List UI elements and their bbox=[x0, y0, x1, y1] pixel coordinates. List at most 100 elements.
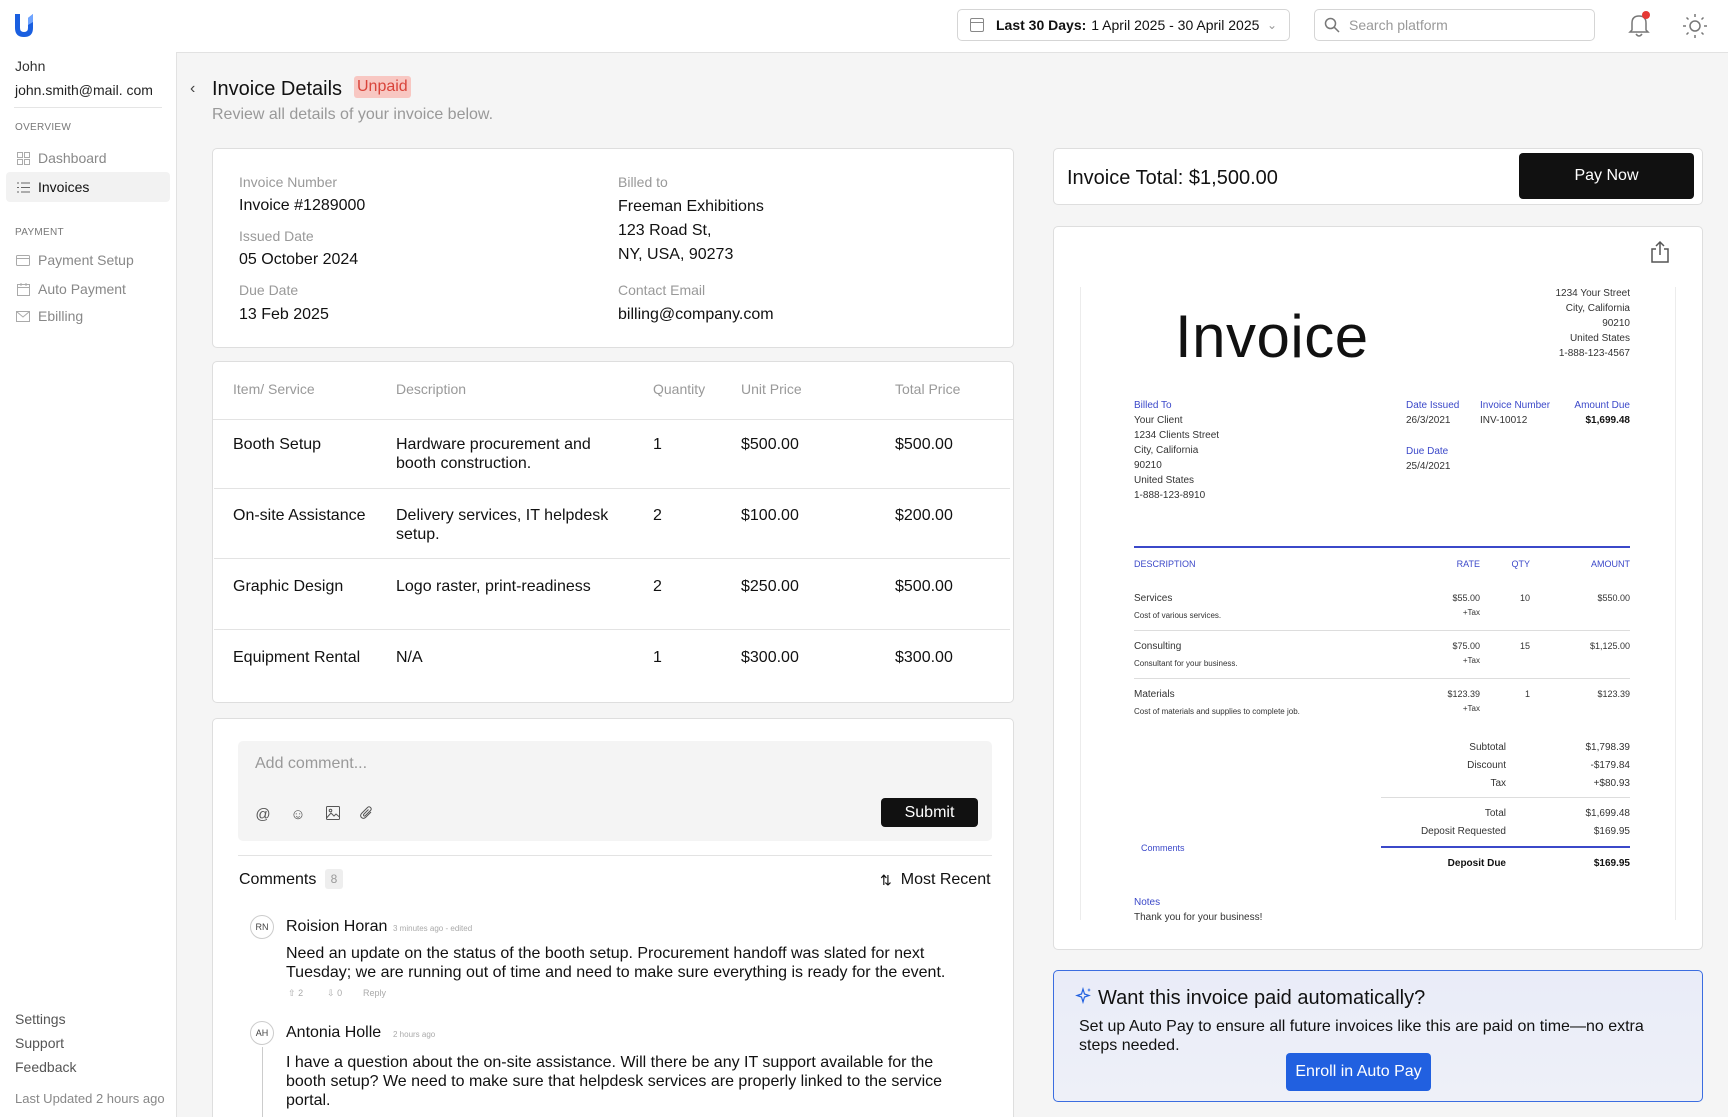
preview-line-divider bbox=[1134, 630, 1630, 631]
table-cell-quantity: 1 bbox=[653, 436, 662, 453]
preview-line-amount: $123.39 bbox=[1597, 689, 1630, 699]
table-row-divider bbox=[214, 488, 1010, 489]
preview-date-issued: 26/3/2021 bbox=[1406, 415, 1451, 426]
preview-discount: -$179.84 bbox=[1590, 760, 1630, 771]
pay-now-button[interactable]: Pay Now bbox=[1519, 153, 1694, 199]
date-range-picker[interactable]: Last 30 Days: 1 April 2025 - 30 April 20… bbox=[957, 9, 1290, 41]
sidebar-item-auto-payment[interactable]: Auto Payment bbox=[6, 274, 170, 304]
preview-line-amount: $1,125.00 bbox=[1589, 641, 1630, 651]
preview-tax: +$80.93 bbox=[1593, 778, 1630, 789]
notifications-bell-icon[interactable] bbox=[1626, 11, 1652, 39]
avatar: AH bbox=[250, 1021, 274, 1045]
table-cell-description: setup. bbox=[396, 526, 440, 543]
sidebar-item-ebilling[interactable]: Ebilling bbox=[6, 301, 170, 331]
preview-comments-label: Comments bbox=[1141, 843, 1185, 853]
theme-toggle-sun-icon[interactable] bbox=[1681, 12, 1709, 40]
preview-col-rate: RATE bbox=[1456, 559, 1480, 569]
table-cell-item: Booth Setup bbox=[233, 436, 322, 453]
attachment-icon[interactable] bbox=[358, 806, 376, 824]
sidebar-item-label: Ebilling bbox=[38, 308, 84, 324]
table-row-divider bbox=[214, 558, 1010, 559]
preview-due-date-label: Due Date bbox=[1406, 446, 1449, 457]
back-chevron-icon[interactable]: ‹ bbox=[190, 80, 195, 98]
table-cell-description: N/A bbox=[396, 649, 423, 666]
table-cell-item: Equipment Rental bbox=[233, 649, 361, 666]
table-cell-description: Hardware procurement and bbox=[396, 436, 591, 453]
enroll-auto-pay-button[interactable]: Enroll in Auto Pay bbox=[1286, 1053, 1431, 1091]
comment-text: portal. bbox=[286, 1092, 331, 1109]
preview-deposit-requested: $169.95 bbox=[1593, 826, 1630, 837]
sidebar-item-label: Auto Payment bbox=[38, 281, 126, 297]
table-header-total-price: Total Price bbox=[895, 381, 961, 397]
page-subtitle: Review all details of your invoice below… bbox=[212, 106, 494, 123]
table-cell-unit-price: $250.00 bbox=[741, 578, 799, 595]
preview-line-qty: 15 bbox=[1519, 641, 1530, 651]
sidebar-item-dashboard[interactable]: Dashboard bbox=[6, 143, 170, 173]
date-range-value: 1 April 2025 - 30 April 2025 bbox=[1091, 17, 1260, 33]
sender-address-line: United States bbox=[1569, 333, 1630, 344]
preview-notes: Thank you for your business! bbox=[1134, 912, 1263, 923]
promo-text: Set up Auto Pay to ensure all future inv… bbox=[1079, 1018, 1644, 1054]
table-cell-quantity: 2 bbox=[653, 507, 662, 524]
preview-line-qty: 10 bbox=[1519, 593, 1530, 603]
calendar-icon bbox=[970, 18, 984, 32]
page-title: Invoice Details bbox=[212, 78, 343, 100]
issued-date-value: 05 October 2024 bbox=[239, 251, 359, 268]
sender-address-line: 90210 bbox=[1602, 318, 1630, 329]
comment-placeholder: Add comment... bbox=[255, 755, 368, 772]
invoice-heading: Invoice bbox=[1175, 303, 1369, 370]
table-cell-item: On-site Assistance bbox=[233, 507, 366, 524]
mention-icon[interactable]: @ bbox=[254, 806, 272, 824]
date-range-prefix: Last 30 Days: bbox=[996, 17, 1087, 33]
table-cell-unit-price: $100.00 bbox=[741, 507, 799, 524]
preview-billed-to-line: City, California bbox=[1134, 445, 1199, 456]
sidebar-item-invoices[interactable]: Invoices bbox=[6, 172, 170, 202]
table-cell-description: Delivery services, IT helpdesk bbox=[396, 507, 609, 524]
preview-line-tax: +Tax bbox=[1462, 704, 1480, 713]
comment-timestamp: 3 minutes ago - edited bbox=[393, 924, 473, 933]
preview-line-qty: 1 bbox=[1524, 689, 1530, 699]
reply-button[interactable]: Reply bbox=[363, 988, 386, 998]
preview-deposit-rule bbox=[1381, 846, 1630, 848]
search-input[interactable]: Search platform bbox=[1314, 9, 1595, 41]
brand-logo[interactable] bbox=[12, 12, 36, 38]
preview-discount-label: Discount bbox=[1467, 760, 1506, 771]
sidebar-divider bbox=[14, 107, 162, 108]
upvote-button[interactable]: ⇧ 2 bbox=[288, 988, 303, 999]
billed-to-city: NY, USA, 90273 bbox=[618, 246, 734, 263]
preview-line-amount: $550.00 bbox=[1597, 593, 1630, 603]
sidebar-item-label: Dashboard bbox=[38, 150, 107, 166]
downvote-button[interactable]: ⇩ 0 bbox=[327, 988, 342, 999]
comment-text: Tuesday; we are running out of time and … bbox=[286, 964, 946, 981]
sidebar-link-feedback[interactable]: Feedback bbox=[15, 1059, 76, 1075]
preview-totals-divider bbox=[1381, 797, 1630, 798]
due-date-value: 13 Feb 2025 bbox=[239, 306, 329, 323]
sender-address-line: City, California bbox=[1565, 303, 1630, 314]
sidebar-link-support[interactable]: Support bbox=[15, 1035, 64, 1051]
table-row-divider bbox=[214, 629, 1010, 630]
preview-line-tax: +Tax bbox=[1462, 608, 1480, 617]
preview-deposit-due: $169.95 bbox=[1593, 858, 1630, 869]
sort-arrows-icon: ⇅ bbox=[880, 871, 892, 888]
comments-divider bbox=[238, 855, 992, 856]
invoice-number-label: Invoice Number bbox=[239, 174, 338, 190]
preview-billed-to-line: 1234 Clients Street bbox=[1134, 430, 1220, 441]
list-icon bbox=[16, 180, 30, 194]
sender-address-line: 1234 Your Street bbox=[1555, 288, 1630, 299]
sort-comments-button[interactable]: ⇅ Most Recent bbox=[880, 871, 991, 889]
sidebar-section-payment: PAYMENT bbox=[15, 227, 64, 238]
table-cell-quantity: 2 bbox=[653, 578, 662, 595]
due-date-label: Due Date bbox=[239, 282, 299, 298]
image-icon[interactable] bbox=[324, 806, 342, 824]
search-placeholder: Search platform bbox=[1349, 17, 1448, 33]
table-cell-description: Logo raster, print-readiness bbox=[396, 578, 591, 595]
preview-deposit-due-label: Deposit Due bbox=[1447, 858, 1506, 869]
preview-invoice-number-label: Invoice Number bbox=[1480, 400, 1551, 411]
submit-comment-button[interactable]: Submit bbox=[881, 798, 978, 827]
sidebar-link-settings[interactable]: Settings bbox=[15, 1011, 66, 1027]
table-header-divider bbox=[213, 419, 1013, 420]
preview-line-sub: Cost of materials and supplies to comple… bbox=[1134, 707, 1300, 716]
sidebar-item-payment-setup[interactable]: Payment Setup bbox=[6, 245, 170, 275]
share-icon[interactable] bbox=[1649, 240, 1671, 264]
emoji-icon[interactable]: ☺ bbox=[289, 806, 307, 824]
